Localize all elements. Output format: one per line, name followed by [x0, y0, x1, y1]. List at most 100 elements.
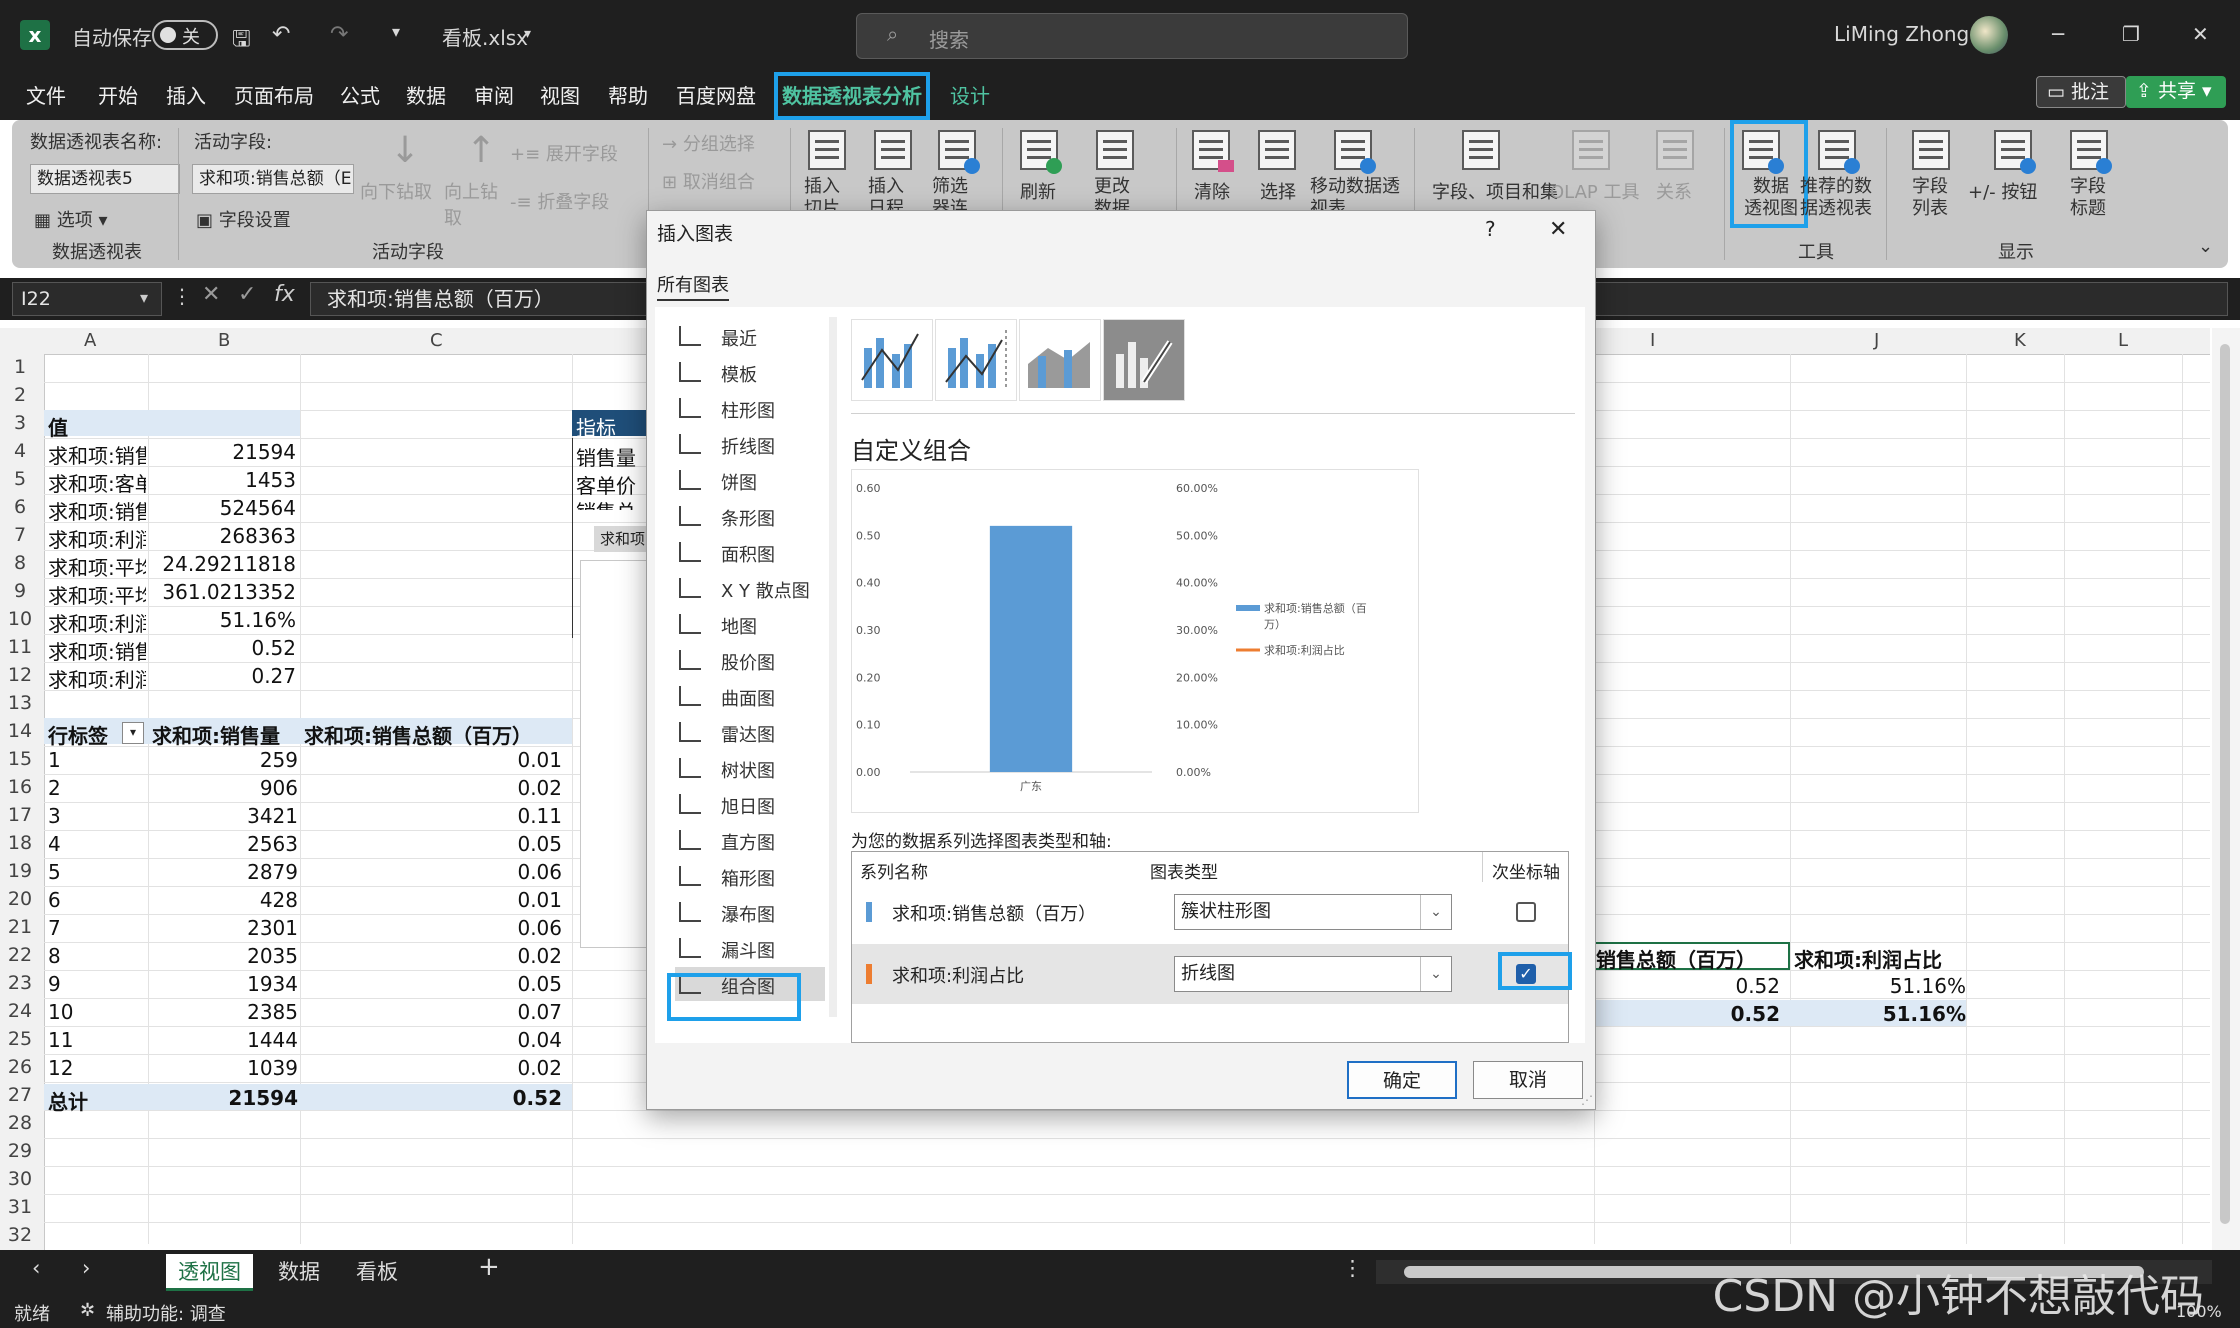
column-header[interactable]: J [1874, 330, 1879, 351]
row-header[interactable]: 30 [0, 1168, 40, 1190]
row-header[interactable]: 17 [0, 804, 40, 826]
file-name[interactable]: 看板.xlsx [442, 22, 528, 51]
close-icon[interactable]: ✕ [2192, 22, 2209, 46]
chart-type-item[interactable]: 树状图 [675, 751, 825, 785]
row-header[interactable]: 18 [0, 832, 40, 854]
undo-icon[interactable]: ↶ [272, 22, 290, 47]
resize-grip-icon[interactable]: ⋰ [1581, 1093, 1593, 1107]
pivot-row-sales[interactable]: 0.06 [300, 916, 562, 940]
pivot-row-qty[interactable]: 3421 [150, 804, 298, 828]
subtype-area-column[interactable] [1019, 319, 1101, 401]
pivot-row-label[interactable]: 8 [48, 944, 61, 968]
row-header[interactable]: 3 [0, 412, 40, 434]
row-header[interactable]: 21 [0, 916, 40, 938]
cancel-button[interactable]: 取消 [1473, 1061, 1583, 1099]
pivot-row-label[interactable]: 1 [48, 748, 61, 772]
comments-button[interactable]: ▭ 批注 [2036, 76, 2126, 108]
pivot-row-label[interactable]: 6 [48, 888, 61, 912]
indicator-row[interactable]: 销售量 [576, 442, 636, 471]
row-header[interactable]: 1 [0, 356, 40, 378]
sheet-tab-pivot[interactable]: 透视图 [166, 1254, 253, 1291]
chart-type-item[interactable]: 旭日图 [675, 787, 825, 821]
right-total[interactable]: 51.16% [1790, 1002, 1966, 1026]
chart-type-item[interactable]: 曲面图 [675, 679, 825, 713]
value-label[interactable]: 求和项:利润 [48, 608, 146, 637]
chevron-down-icon[interactable]: ▾ [140, 288, 148, 307]
pivot-row-qty[interactable]: 1934 [150, 972, 298, 996]
pivot-total-sales[interactable]: 0.52 [300, 1086, 562, 1110]
filter-dropdown-icon[interactable]: ▾ [122, 722, 144, 744]
row-header[interactable]: 22 [0, 944, 40, 966]
field-headers-button[interactable]: 字段 标题 [2070, 176, 2106, 220]
menu-view[interactable]: 视图 [540, 80, 580, 109]
indicator-row[interactable]: 客单价 [576, 470, 636, 499]
value-number[interactable]: 51.16% [150, 608, 296, 632]
user-name[interactable]: LiMing Zhong [1834, 22, 1969, 46]
column-header[interactable]: C [430, 330, 443, 351]
row-header[interactable]: 10 [0, 608, 40, 630]
right-cell[interactable]: 51.16% [1790, 974, 1966, 998]
accessibility-status[interactable]: 辅助功能: 调查 [106, 1300, 226, 1326]
menu-help[interactable]: 帮助 [608, 80, 648, 109]
value-number[interactable]: 24.29211818 [150, 552, 296, 576]
row-header[interactable]: 9 [0, 580, 40, 602]
chart-type-item[interactable]: 股价图 [675, 643, 825, 677]
row-header[interactable]: 23 [0, 972, 40, 994]
column-header[interactable]: A [84, 330, 96, 351]
chart-type-item[interactable]: 模板 [675, 355, 825, 389]
pivot-total-qty[interactable]: 21594 [150, 1086, 298, 1110]
ok-button[interactable]: 确定 [1347, 1061, 1457, 1099]
search-box[interactable]: ⌕ 搜索 [856, 13, 1408, 59]
drill-down-button[interactable]: 向下钻取 [360, 178, 432, 204]
column-header[interactable]: B [218, 330, 230, 351]
field-settings-button[interactable]: ▣ 字段设置 [196, 206, 291, 232]
save-icon[interactable]: 🖫 [232, 22, 251, 60]
tab-design[interactable]: 设计 [950, 80, 990, 109]
value-label[interactable]: 求和项:利润 [48, 664, 146, 693]
pivot-row-sales[interactable]: 0.07 [300, 1000, 562, 1024]
menu-file[interactable]: 文件 [26, 80, 66, 109]
pivot-row-qty[interactable]: 906 [150, 776, 298, 800]
value-label[interactable]: 求和项:销售 [48, 440, 146, 469]
value-label[interactable]: 求和项:销售 [48, 636, 146, 665]
list-scrollbar[interactable] [829, 317, 837, 1017]
refresh-button[interactable]: 刷新 [1020, 178, 1056, 204]
tab-all-charts[interactable]: 所有图表 [657, 271, 729, 301]
row-header[interactable]: 19 [0, 860, 40, 882]
menu-insert[interactable]: 插入 [166, 80, 206, 109]
chart-type-item[interactable]: 最近 [675, 319, 825, 353]
value-number[interactable]: 361.0213352 [150, 580, 296, 604]
value-label[interactable]: 求和项:销售 [48, 496, 146, 525]
pivot-row-label[interactable]: 4 [48, 832, 61, 856]
column-header[interactable]: K [2014, 330, 2026, 351]
menu-page-layout[interactable]: 页面布局 [234, 80, 314, 109]
row-header[interactable]: 16 [0, 776, 40, 798]
column-header[interactable]: I [1650, 330, 1655, 351]
row-header[interactable]: 12 [0, 664, 40, 686]
menu-baidu-netdisk[interactable]: 百度网盘 [676, 80, 756, 109]
pivot-row-qty[interactable]: 2879 [150, 860, 298, 884]
menu-review[interactable]: 审阅 [474, 80, 514, 109]
row-header[interactable]: 20 [0, 888, 40, 910]
indicator-row[interactable]: 销售总 [576, 496, 636, 510]
enter-entry-icon[interactable]: ✓ [238, 282, 256, 307]
customize-qat-icon[interactable]: ▾ [392, 22, 400, 41]
add-sheet-button[interactable]: + [478, 1252, 500, 1282]
right-header-profit[interactable]: 求和项:利润占比 [1794, 944, 1942, 973]
pivot-row-sales[interactable]: 0.02 [300, 944, 562, 968]
sheet-tab-dashboard[interactable]: 看板 [356, 1256, 398, 1286]
value-number[interactable]: 0.52 [150, 636, 296, 660]
chart-type-item[interactable]: 箱形图 [675, 859, 825, 893]
field-chip[interactable]: 求和项 [594, 526, 646, 552]
row-header[interactable]: 28 [0, 1112, 40, 1134]
row-header[interactable]: 31 [0, 1196, 40, 1218]
chart-type-item[interactable]: 条形图 [675, 499, 825, 533]
pivot-row-qty[interactable]: 2035 [150, 944, 298, 968]
row-header[interactable]: 27 [0, 1084, 40, 1106]
row-header[interactable]: 25 [0, 1028, 40, 1050]
row-header[interactable]: 26 [0, 1056, 40, 1078]
chart-type-item[interactable]: 面积图 [675, 535, 825, 569]
secondary-axis-checkbox[interactable] [1516, 902, 1536, 922]
value-number[interactable]: 268363 [150, 524, 296, 548]
subtype-custom-combination[interactable] [1103, 319, 1185, 401]
